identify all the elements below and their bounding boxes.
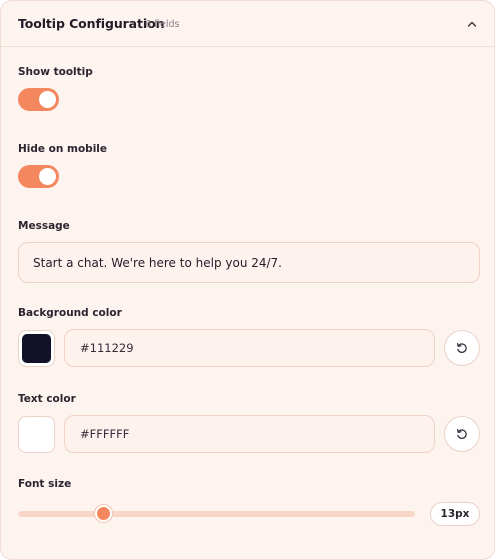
chevron-up-icon (467, 21, 477, 27)
show-tooltip-toggle[interactable] (18, 88, 59, 111)
reset-icon (456, 428, 467, 439)
background-color-reset-button[interactable] (444, 330, 480, 366)
swatch-fill (22, 334, 51, 363)
collapse-button[interactable] (463, 15, 481, 33)
panel-header[interactable]: Tooltip Configuration 6 fields (1, 1, 494, 47)
panel-title: Tooltip Configuration (18, 16, 165, 31)
field-count: 6 fields (145, 19, 180, 30)
text-color-reset-button[interactable] (444, 416, 480, 452)
text-color-value: #FFFFFF (80, 427, 130, 441)
message-value: Start a chat. We're here to help you 24/… (33, 255, 282, 270)
background-color-label: Background color (18, 307, 122, 319)
background-color-swatch[interactable] (18, 330, 55, 367)
font-size-label: Font size (18, 478, 72, 490)
text-color-swatch[interactable] (18, 416, 55, 453)
text-color-label: Text color (18, 393, 76, 405)
background-color-input[interactable]: #111229 (64, 329, 435, 367)
text-color-input[interactable]: #FFFFFF (64, 415, 435, 453)
hide-on-mobile-toggle[interactable] (18, 165, 59, 188)
tooltip-config-panel: Tooltip Configuration 6 fields Show tool… (0, 0, 495, 560)
font-size-slider-track[interactable] (18, 511, 415, 517)
message-input[interactable]: Start a chat. We're here to help you 24/… (18, 242, 480, 283)
toggle-knob (39, 91, 56, 108)
reset-icon (456, 342, 467, 353)
font-size-value: 13px (430, 502, 480, 526)
hide-on-mobile-label: Hide on mobile (18, 143, 108, 155)
swatch-fill (22, 420, 51, 449)
font-size-slider-thumb[interactable] (94, 505, 112, 522)
toggle-knob (39, 168, 56, 185)
background-color-value: #111229 (80, 341, 134, 355)
message-label: Message (18, 220, 70, 232)
show-tooltip-label: Show tooltip (18, 66, 93, 78)
